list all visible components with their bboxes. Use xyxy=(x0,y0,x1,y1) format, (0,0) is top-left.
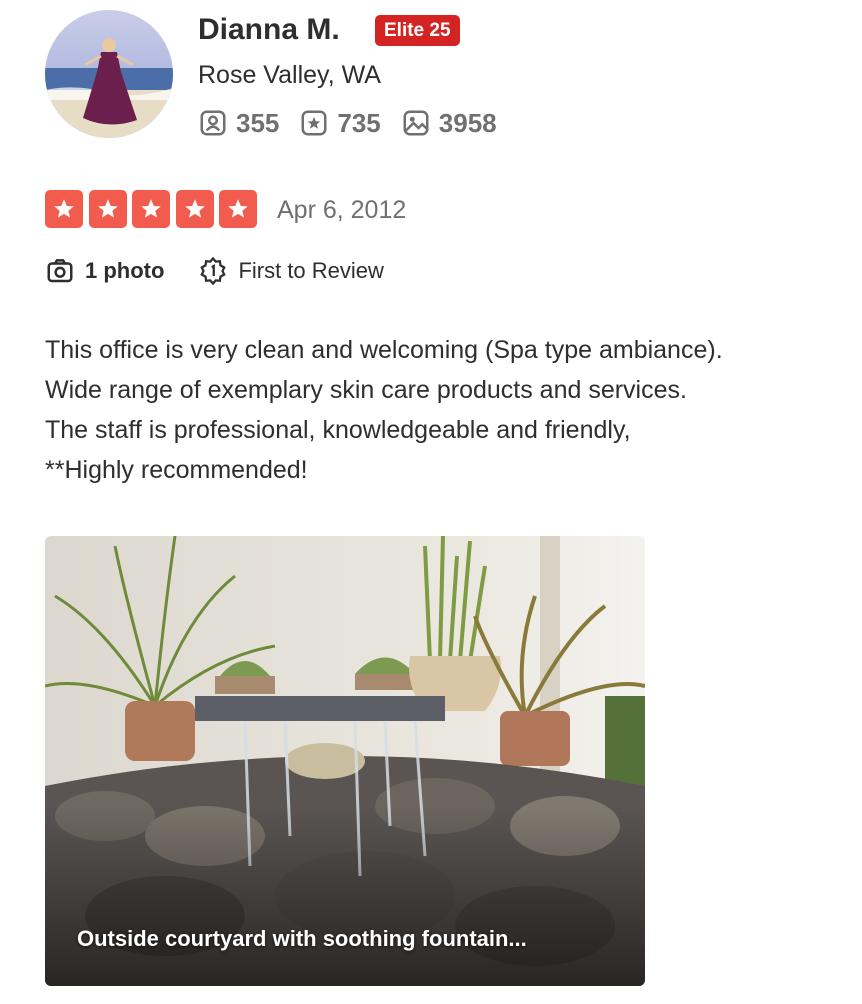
photos-count: 3958 xyxy=(438,107,497,138)
fountain-photo xyxy=(45,536,645,986)
review-meta: 1 photo First to Review xyxy=(45,255,418,287)
photo-icon xyxy=(403,110,429,136)
star-icon xyxy=(54,199,74,218)
review-line: Wide range of exemplary skin care produc… xyxy=(45,376,687,404)
user-stats: 355 735 3958 xyxy=(198,107,517,139)
photo-count-label: 1 photo xyxy=(85,258,165,283)
review-line: **Highly recommended! xyxy=(45,456,308,484)
photo-count-link[interactable]: 1 photo xyxy=(45,256,164,286)
friends-count: 355 xyxy=(236,107,280,138)
reviews-stat: 735 xyxy=(299,107,381,139)
reviews-count: 735 xyxy=(337,107,381,138)
photos-stat: 3958 xyxy=(401,108,497,139)
photo-caption: Outside courtyard with soothing fountain… xyxy=(77,926,527,951)
star-icon xyxy=(184,199,205,218)
user-avatar[interactable] xyxy=(45,10,173,138)
friends-stat: 355 xyxy=(198,108,279,139)
first-to-review-label: First to Review xyxy=(238,258,384,283)
star-icon xyxy=(97,199,118,218)
star-5 xyxy=(219,190,257,228)
friends-icon xyxy=(200,110,226,136)
review-line: The staff is professional, knowledgeable… xyxy=(45,416,631,444)
star-icon xyxy=(228,199,248,218)
camera-icon xyxy=(47,259,73,283)
review-photo[interactable]: Outside courtyard with soothing fountain… xyxy=(45,536,645,986)
avatar-image xyxy=(45,10,173,138)
star-rating xyxy=(45,190,263,228)
star-1 xyxy=(45,190,83,228)
star-4 xyxy=(175,190,214,228)
star-icon xyxy=(141,199,161,218)
review-line: This office is very clean and welcoming … xyxy=(45,336,723,364)
star-2 xyxy=(88,190,127,228)
review-star-icon xyxy=(301,110,327,136)
first-to-review: First to Review xyxy=(198,256,384,286)
first-to-review-icon xyxy=(200,256,227,286)
star-3 xyxy=(132,190,170,228)
user-location: Rose Valley, WA xyxy=(198,61,381,89)
user-name[interactable]: Dianna M. xyxy=(198,12,340,48)
review-text: This office is very clean and welcoming … xyxy=(45,330,845,490)
elite-badge: Elite 25 xyxy=(375,15,460,46)
review-date: Apr 6, 2012 xyxy=(277,196,407,224)
